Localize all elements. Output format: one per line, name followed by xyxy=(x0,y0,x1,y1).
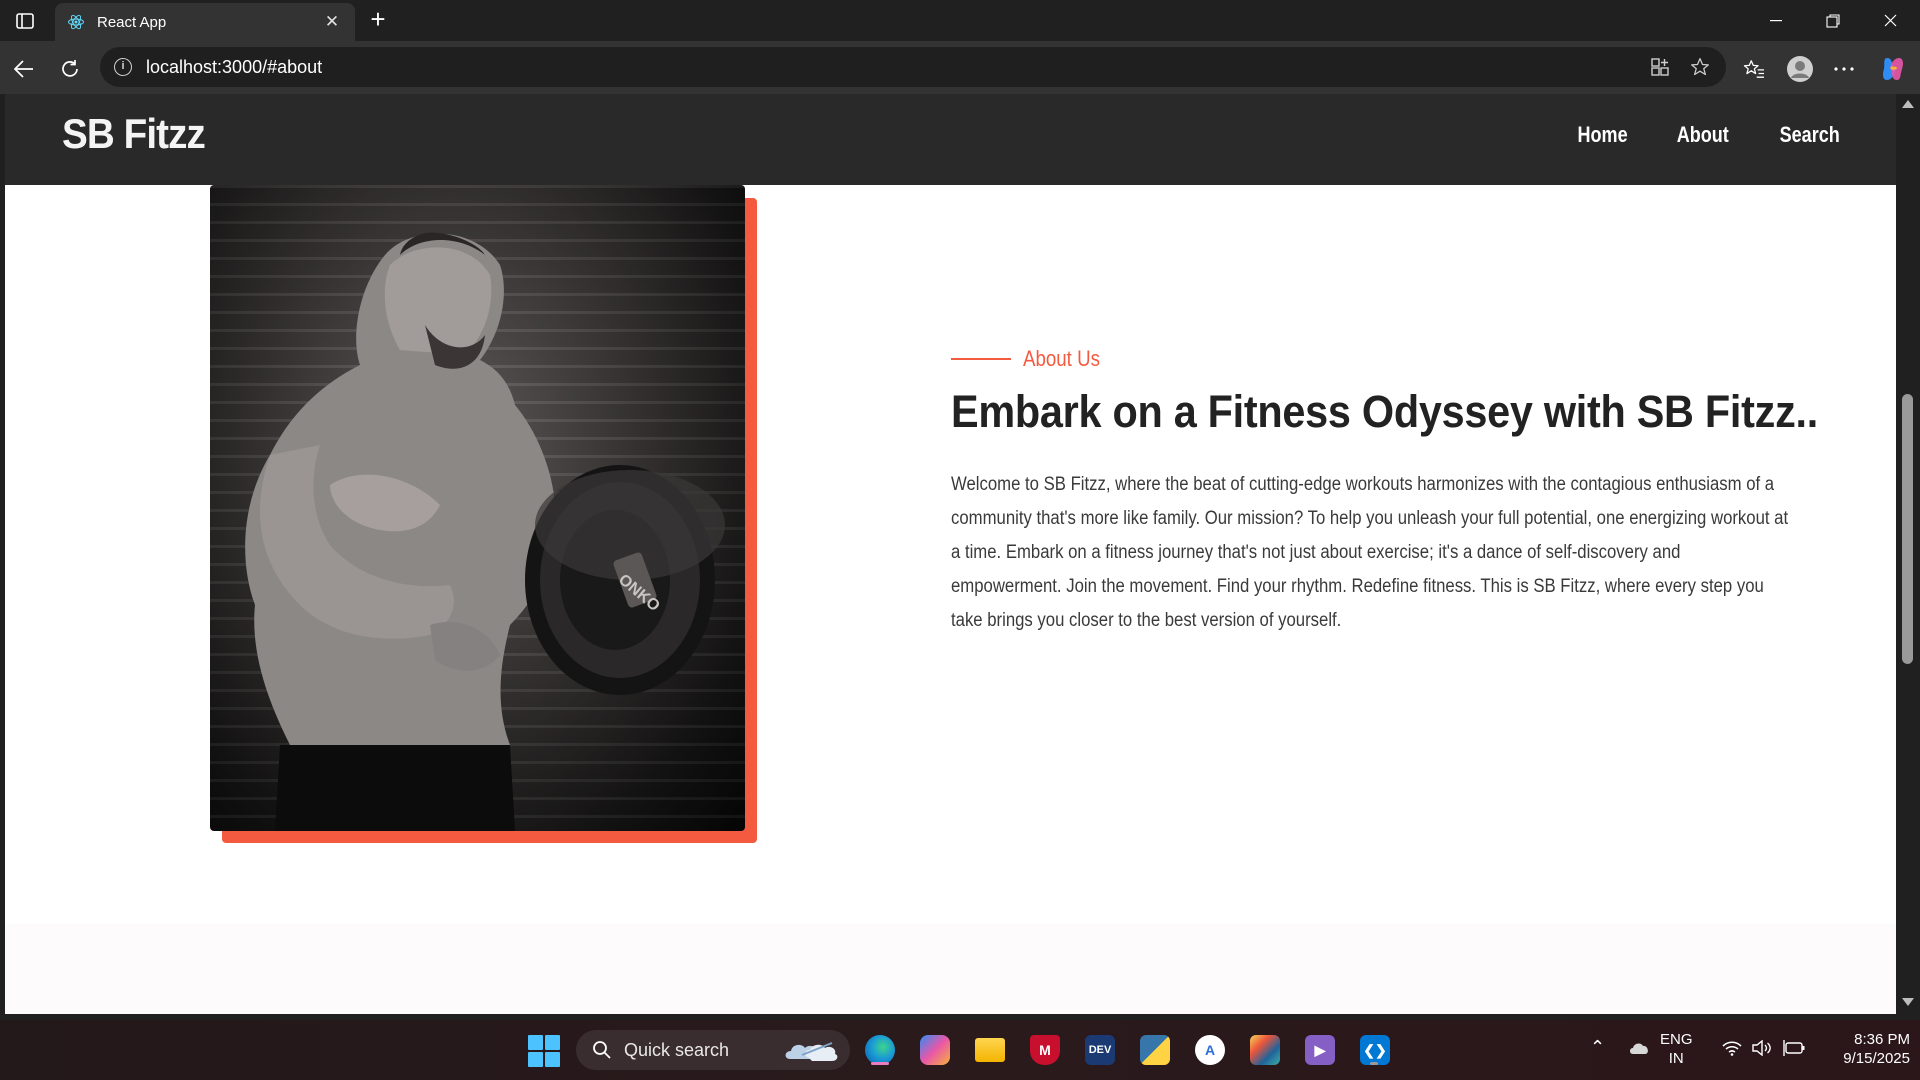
close-window-icon[interactable] xyxy=(1862,0,1918,41)
taskbar-edge[interactable] xyxy=(861,1032,899,1068)
url-text[interactable]: localhost:3000/#about xyxy=(146,57,1640,78)
page-viewport: SB Fitzz Home About Search ONKO About Us… xyxy=(5,94,1896,1014)
about-heading: Embark on a Fitness Odyssey with SB Fitz… xyxy=(951,386,1818,437)
taskbar-vscode[interactable]: ❮❯ xyxy=(1356,1032,1394,1068)
more-options-icon[interactable] xyxy=(1826,51,1862,87)
copilot-icon[interactable] xyxy=(1875,51,1911,87)
site-brand-logo[interactable]: SB Fitzz xyxy=(62,110,206,158)
taskbar-python[interactable] xyxy=(1136,1032,1174,1068)
sidebar-toggle-icon[interactable] xyxy=(12,9,38,33)
clock-date: 9/15/2025 xyxy=(1843,1050,1910,1067)
nav-link-search[interactable]: Search xyxy=(1779,122,1839,148)
vscode-icon: ❮❯ xyxy=(1360,1035,1390,1065)
taskbar-mcafee[interactable]: M xyxy=(1026,1032,1064,1068)
browser-toolbar: i localhost:3000/#about xyxy=(0,41,1920,94)
python-icon xyxy=(1140,1035,1170,1065)
edge-icon xyxy=(865,1035,895,1065)
app-installer-icon: A xyxy=(1195,1035,1225,1065)
site-info-icon[interactable]: i xyxy=(114,58,132,76)
taskbar-search-box[interactable]: Quick search xyxy=(576,1030,850,1070)
browser-tab-strip: React App ✕ + xyxy=(0,0,1920,41)
scroll-thumb[interactable] xyxy=(1902,394,1913,664)
battery-icon[interactable] xyxy=(1783,1040,1805,1061)
copilot-app-icon xyxy=(920,1035,950,1065)
onedrive-icon[interactable] xyxy=(1628,1040,1650,1061)
windows-taskbar: Quick search M DEV A ▶ ❮❯ ⌃ ENG IN 8:36 … xyxy=(0,1020,1920,1080)
about-kicker: About Us xyxy=(951,346,1811,372)
volume-icon[interactable] xyxy=(1752,1039,1772,1061)
search-icon xyxy=(593,1041,611,1059)
language-indicator[interactable]: ENG IN xyxy=(1660,1030,1693,1068)
tab-title: React App xyxy=(97,13,167,31)
taskbar-search-placeholder: Quick search xyxy=(624,1039,730,1060)
minimize-icon[interactable] xyxy=(1748,0,1804,41)
site-navbar: SB Fitzz Home About Search xyxy=(5,94,1896,185)
mcafee-shield-icon: M xyxy=(1030,1035,1060,1065)
windows-start-icon[interactable] xyxy=(528,1035,560,1067)
site-nav-links: Home About Search xyxy=(1572,122,1846,148)
address-bar[interactable]: i localhost:3000/#about xyxy=(100,47,1726,87)
profile-avatar-icon[interactable] xyxy=(1782,51,1818,87)
scroll-up-arrow-icon[interactable] xyxy=(1902,100,1914,108)
favorites-list-icon[interactable] xyxy=(1736,51,1772,87)
app-available-icon[interactable] xyxy=(1640,47,1680,87)
visual-studio-icon: ▶ xyxy=(1305,1035,1335,1065)
file-explorer-icon xyxy=(975,1038,1005,1062)
browser-tab-active[interactable]: React App ✕ xyxy=(55,3,355,41)
taskbar-app-installer[interactable]: A xyxy=(1191,1032,1229,1068)
taskbar-devhome[interactable]: DEV xyxy=(1081,1032,1119,1068)
clouds-search-highlight-icon xyxy=(785,1042,838,1061)
taskbar-copilot[interactable] xyxy=(916,1032,954,1068)
page-scrollbar[interactable] xyxy=(1896,94,1920,1014)
clock[interactable]: 8:36 PM 9/15/2025 xyxy=(1820,1030,1910,1068)
nav-link-home[interactable]: Home xyxy=(1577,122,1627,148)
paint-icon xyxy=(1250,1035,1280,1065)
bodybuilder-photo: ONKO xyxy=(210,185,745,831)
back-arrow-icon[interactable] xyxy=(8,53,40,85)
kicker-divider-line xyxy=(951,358,1011,360)
wifi-icon[interactable] xyxy=(1722,1040,1742,1061)
restore-icon[interactable] xyxy=(1805,0,1861,41)
next-section-strip xyxy=(5,924,1896,1014)
scroll-down-arrow-icon[interactable] xyxy=(1902,998,1914,1006)
about-section: About Us Embark on a Fitness Odyssey wit… xyxy=(951,346,1818,638)
about-body-text: Welcome to SB Fitzz, where the beat of c… xyxy=(951,474,1789,631)
favorite-star-icon[interactable] xyxy=(1680,47,1720,87)
nav-link-about[interactable]: About xyxy=(1677,122,1729,148)
about-kicker-text: About Us xyxy=(1023,346,1100,371)
tab-close-icon[interactable]: ✕ xyxy=(321,12,343,32)
clock-time: 8:36 PM xyxy=(1854,1031,1910,1048)
new-tab-plus-icon[interactable]: + xyxy=(364,6,392,34)
taskbar-paint[interactable] xyxy=(1246,1032,1284,1068)
devhome-icon: DEV xyxy=(1085,1035,1115,1065)
tray-chevron-up-icon[interactable]: ⌃ xyxy=(1590,1038,1605,1057)
taskbar-visual-studio[interactable]: ▶ xyxy=(1301,1032,1339,1068)
taskbar-file-explorer[interactable] xyxy=(971,1032,1009,1068)
react-logo-icon xyxy=(67,13,85,31)
refresh-icon[interactable] xyxy=(54,53,86,85)
